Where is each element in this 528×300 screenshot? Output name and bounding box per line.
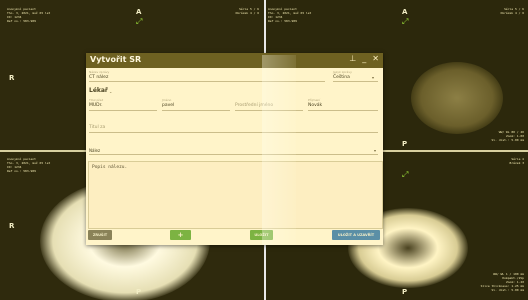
orientation-top: A xyxy=(136,8,142,16)
findings-text: Popis nálezu. xyxy=(92,165,128,170)
findings-section-title: Nález xyxy=(89,148,101,153)
ct-abdomen-scan xyxy=(411,62,503,134)
findings-textarea[interactable]: Popis nálezu. xyxy=(88,161,383,229)
language-select[interactable]: Čeština xyxy=(333,75,350,80)
title-before-label: Titul před xyxy=(89,98,104,102)
title-before-field[interactable]: MUDr. xyxy=(89,103,103,108)
template-label: Název zprávy xyxy=(89,70,110,74)
orientation-bottom: P xyxy=(402,140,408,148)
orientation-left: R xyxy=(9,222,15,230)
patient-info: Anonymní pacient Tho. 3, 2021, muž 65 le… xyxy=(7,7,51,23)
orientation-bottom: P xyxy=(402,288,408,296)
title-after-field[interactable]: Titul za xyxy=(89,125,105,130)
template-select[interactable]: CT nález xyxy=(89,75,108,80)
orientation-left: R xyxy=(9,74,15,82)
first-name-field[interactable]: pavel xyxy=(162,103,174,108)
minimize-icon[interactable]: _ xyxy=(362,54,366,63)
patient-info: Anonymní pacient Tho. 3, 2021, muž 65 le… xyxy=(268,7,312,23)
chevron-down-icon[interactable]: ▾ xyxy=(374,148,376,153)
pin-icon[interactable]: ⊥ xyxy=(349,54,356,63)
last-name-label: Příjmení xyxy=(308,98,321,102)
last-name-field[interactable]: Novák xyxy=(308,103,322,108)
doctor-section-title: Lékař xyxy=(89,87,108,94)
rotate-arrow-icon[interactable]: ⤢ xyxy=(402,170,408,180)
series-info: Série 5 / 6 Obrázek 4 / 6 xyxy=(500,7,524,15)
close-button[interactable]: ZRUŠIT xyxy=(88,230,112,240)
orientation-top: A xyxy=(402,8,408,16)
rotate-arrow-icon[interactable]: ⤢ xyxy=(136,17,142,27)
dialog-header[interactable]: Vytvořit SR ⊥ _ ✕ xyxy=(86,53,383,68)
scan-params: WW/ WL 80 / 40 Zoom: 1.00 Sl. dist.: 5.0… xyxy=(491,130,524,142)
rotate-arrow-icon[interactable]: ⤢ xyxy=(402,17,408,27)
save-close-button[interactable]: ULOŽIT A UZAVŘÍT xyxy=(332,230,380,240)
collapse-icon[interactable]: ⌄ xyxy=(109,89,112,94)
add-button[interactable]: + xyxy=(170,230,191,240)
first-name-label: Jméno xyxy=(162,98,172,102)
create-sr-dialog: Vytvořit SR ⊥ _ ✕ Název zprávy CT nález Ja… xyxy=(86,53,383,245)
scan-params: WW/ WL 1 / 100 mm Kompakt./kVp Zoom: 1.2… xyxy=(480,272,524,292)
orientation-bottom: P xyxy=(136,288,142,296)
close-icon[interactable]: ✕ xyxy=(372,54,379,63)
screen-glare xyxy=(262,55,296,245)
dialog-title: Vytvořit SR xyxy=(90,55,142,64)
patient-info: Anonymní pacient Tho. 3, 2021, muž 65 le… xyxy=(7,157,51,173)
chevron-down-icon[interactable]: ▾ xyxy=(372,75,374,80)
language-label: Jazyk zprávy xyxy=(333,70,352,74)
series-info: Série 4 Brázek 3 xyxy=(509,157,524,165)
series-info: Série 5 / 6 Obrázek 4 / 6 xyxy=(235,7,259,15)
